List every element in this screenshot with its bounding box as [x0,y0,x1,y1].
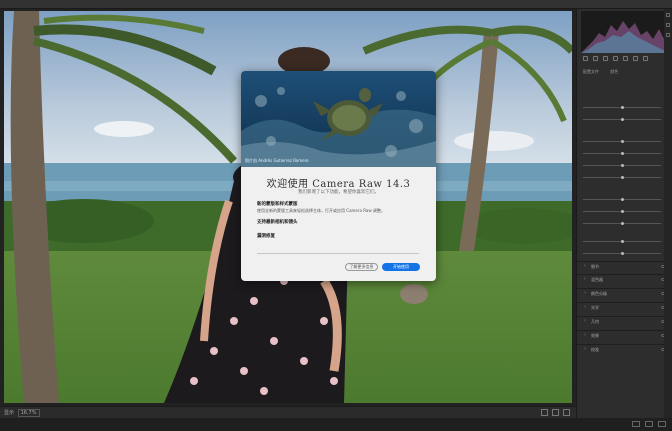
section-label: 几何 [591,319,599,324]
profile-label: 配置文件 [583,69,599,74]
slider-knob[interactable] [621,240,624,243]
slider-knob[interactable] [621,140,624,143]
welcome-dialog: 照片由 Andrés Gutierrez Romero 欢迎使用 Camera … [241,71,436,281]
zoom-control[interactable]: 显示 16.7% [4,409,40,417]
dialog-heading: 欢迎使用 Camera Raw 14.3 [266,179,411,190]
section-mixer[interactable]: › 混色器 [577,274,672,284]
section-effects[interactable]: › 效果 [577,330,672,340]
dialog-divider [257,253,419,254]
right-toolstrip [664,9,672,418]
section-label: 细节 [591,264,599,269]
chevron-right-icon: › [584,318,586,324]
zoom-icon[interactable] [666,13,670,17]
bottom-toolbar [0,418,672,431]
zoom-level[interactable]: 16.7% [17,409,40,417]
contrast-slider[interactable] [583,118,661,121]
slider-knob[interactable] [621,106,624,109]
photo-credit: 照片由 Andrés Gutierrez Romero [245,158,309,163]
redeye-tool-icon[interactable] [623,56,628,61]
dehaze-slider[interactable] [583,222,661,225]
mask-tool-icon[interactable] [613,56,618,61]
histogram-graph [581,21,665,53]
feature-description: 使用全新的蒙版工具来轻松选择主体，打开或应用 Camera Raw 调整。 [257,208,385,213]
slider-knob[interactable] [621,152,624,155]
slider-knob[interactable] [621,164,624,167]
edit-tool-icon[interactable] [583,56,588,61]
feature-title: 新的蒙版和样式蒙版 [257,202,298,207]
sea-turtle-illustration [241,71,436,167]
before-after-icon[interactable] [552,409,559,416]
grid-view-icon[interactable] [645,421,653,427]
presets-icon[interactable] [633,56,638,61]
slider-knob[interactable] [621,118,624,121]
profile-value: 颜色 [610,69,619,74]
crop-tool-icon[interactable] [593,56,598,61]
chevron-right-icon: › [584,346,586,352]
status-bar: 显示 16.7% [0,406,576,418]
slider-knob[interactable] [621,198,624,201]
chevron-right-icon: › [584,276,586,282]
section-label: 效果 [591,333,599,338]
profile-row[interactable]: 配置文件 颜色 [583,69,618,75]
clarity-slider[interactable] [583,210,661,213]
exposure-slider[interactable] [583,106,661,109]
vibrance-slider[interactable] [583,240,661,243]
section-geometry[interactable]: › 几何 [577,316,672,326]
slider-knob[interactable] [621,210,624,213]
section-calibration[interactable]: › 校准 [577,344,672,354]
zoom-label: 显示 [4,410,15,416]
section-label: 光学 [591,305,599,310]
blacks-slider[interactable] [583,176,661,179]
saturation-slider[interactable] [583,252,661,255]
histogram [581,11,665,53]
highlights-slider[interactable] [583,140,661,143]
chevron-right-icon: › [584,332,586,338]
chevron-right-icon: › [584,290,586,296]
fullscreen-icon[interactable] [658,421,666,427]
camera-raw-window: 显示 16.7% 配置文件 颜色 › 细节 › 混色器 › 颜色分级 › 光学 … [0,0,672,431]
more-options-icon[interactable] [643,56,648,61]
title-bar [0,0,672,9]
healing-tool-icon[interactable] [603,56,608,61]
section-optics[interactable]: › 光学 [577,302,672,312]
feature-title: 支持最新相机和镜头 [257,220,298,225]
filmstrip-icon[interactable] [632,421,640,427]
slider-knob[interactable] [621,176,624,179]
dialog-subheading: 我们新增了以下功能，希望你喜欢它们。 [298,190,379,195]
feature-title: 漏洞修复 [257,234,275,239]
sampler-icon[interactable] [666,33,670,37]
get-started-button[interactable]: 开始使用 [382,263,420,271]
hand-icon[interactable] [666,23,670,27]
section-label: 混色器 [591,277,603,282]
section-label: 颜色分级 [591,291,607,296]
whites-slider[interactable] [583,164,661,167]
texture-slider[interactable] [583,198,661,201]
chevron-right-icon: › [584,263,586,269]
settings-icon[interactable] [563,409,570,416]
dialog-hero-image: 照片由 Andrés Gutierrez Romero [241,71,436,167]
edit-panel: 配置文件 颜色 › 细节 › 混色器 › 颜色分级 › 光学 › 几何 › 效果… [576,9,672,418]
learn-more-button[interactable]: 了解更多信息 [345,263,378,271]
section-detail[interactable]: › 细节 [577,261,672,271]
slider-knob[interactable] [621,222,624,225]
section-color-grading[interactable]: › 颜色分级 [577,288,672,298]
compare-view-icon[interactable] [541,409,548,416]
shadows-slider[interactable] [583,152,661,155]
slider-knob[interactable] [621,252,624,255]
section-label: 校准 [591,347,599,352]
chevron-right-icon: › [584,304,586,310]
